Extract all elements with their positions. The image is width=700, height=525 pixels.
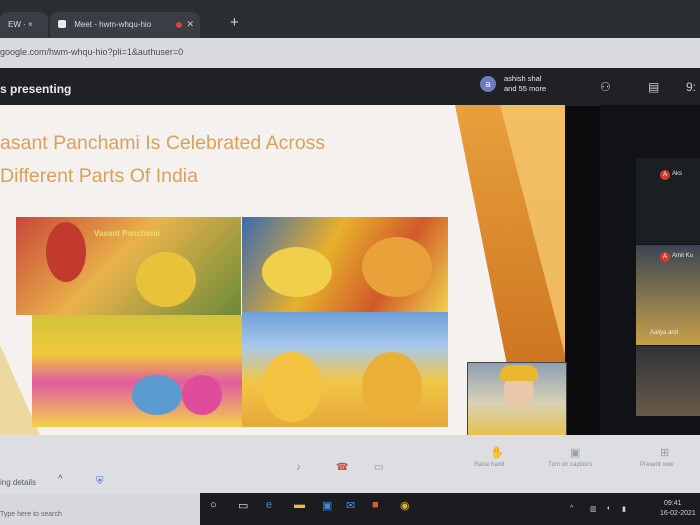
- participant-label-2: Amit Ku: [672, 253, 694, 259]
- festival-photo-4: [242, 312, 448, 427]
- taskbar-search-text: Type here to search: [0, 511, 62, 518]
- participant-avatar-2: A: [660, 252, 670, 262]
- browser-tab-meet[interactable]: Meet - hwm-whqu-hio ✕: [50, 12, 200, 38]
- chrome-icon[interactable]: ◉: [400, 499, 410, 512]
- volume-icon[interactable]: ◖: [606, 505, 610, 512]
- participant-label-1: Aks: [672, 171, 683, 177]
- office-icon[interactable]: ■: [372, 499, 379, 511]
- close-tab-icon[interactable]: ✕: [186, 19, 194, 30]
- tray-time: 09:41: [664, 500, 682, 507]
- task-view-icon[interactable]: ▭: [238, 499, 248, 512]
- battery-icon[interactable]: ▮: [622, 505, 626, 513]
- clock-text: 9:: [686, 80, 697, 94]
- presenter-avatar: a: [480, 76, 496, 92]
- end-call-icon[interactable]: ☎: [336, 462, 348, 473]
- meet-controls-bar: [0, 435, 700, 493]
- meeting-details-button[interactable]: ing details: [0, 478, 36, 487]
- browser-tab-1[interactable]: EW · ×: [0, 12, 48, 38]
- mail-icon[interactable]: ✉: [346, 499, 355, 512]
- presenter-name: ashish shal: [504, 74, 542, 83]
- raise-hand-label[interactable]: Raise hand: [474, 462, 504, 468]
- recording-dot-icon: [176, 22, 182, 28]
- camera-icon[interactable]: ▭: [374, 462, 383, 473]
- photo-caption: Vasant Panchami: [94, 229, 160, 238]
- shield-icon[interactable]: ⛨: [96, 476, 104, 487]
- participant-cap: [500, 365, 538, 381]
- mic-icon[interactable]: ♪: [296, 462, 301, 473]
- presenter-more: and 55 more: [504, 84, 547, 93]
- file-explorer-icon[interactable]: ▬: [294, 499, 305, 511]
- slide-title: asant Panchami Is Celebrated Across Diff…: [0, 132, 326, 187]
- presenting-label: s presenting: [0, 82, 72, 96]
- new-tab-button[interactable]: +: [230, 14, 239, 31]
- photo-collage: Vasant Panchami: [16, 217, 448, 427]
- tab-meet-title: Meet - hwm-whqu-hio: [74, 20, 152, 29]
- address-bar[interactable]: google.com/hwm-whqu-hio?pli=1&authuser=0: [0, 38, 700, 68]
- url-text: google.com/hwm-whqu-hio?pli=1&authuser=0: [0, 47, 184, 57]
- meet-favicon-icon: [58, 20, 66, 28]
- search-area[interactable]: Type here to search: [0, 493, 200, 525]
- festival-photo-2: [242, 217, 448, 312]
- people-icon[interactable]: ⚇: [600, 80, 611, 94]
- network-icon[interactable]: ▥: [590, 505, 597, 513]
- festival-photo-3: [32, 315, 242, 427]
- meet-top-bar: s presenting: [0, 68, 700, 106]
- present-now-label[interactable]: Present now: [640, 462, 673, 468]
- presenter-info: ashish shal and 55 more: [504, 74, 546, 94]
- chevron-up-icon[interactable]: ^: [58, 474, 63, 485]
- tray-chevron-icon[interactable]: ^: [570, 505, 573, 512]
- captions-label[interactable]: Turn on captions: [548, 462, 592, 468]
- edge-icon[interactable]: e: [266, 499, 272, 511]
- tab-1-title: EW · ×: [8, 20, 33, 29]
- raise-hand-icon[interactable]: ✋: [490, 446, 504, 459]
- chat-icon[interactable]: ▤: [648, 80, 659, 94]
- participant-avatar-1: A: [660, 170, 670, 180]
- captions-icon[interactable]: ▣: [570, 446, 580, 459]
- participant-tile-3[interactable]: [636, 346, 700, 416]
- present-icon[interactable]: ⊞: [660, 446, 669, 459]
- tray-date: 16-02-2021: [660, 510, 696, 517]
- search-icon[interactable]: ○: [210, 499, 217, 511]
- festival-photo-1: Vasant Panchami: [16, 217, 241, 315]
- store-icon[interactable]: ▣: [322, 499, 332, 512]
- participant-label-3: Aaliya and: [650, 330, 679, 336]
- self-video-tile[interactable]: [467, 362, 567, 438]
